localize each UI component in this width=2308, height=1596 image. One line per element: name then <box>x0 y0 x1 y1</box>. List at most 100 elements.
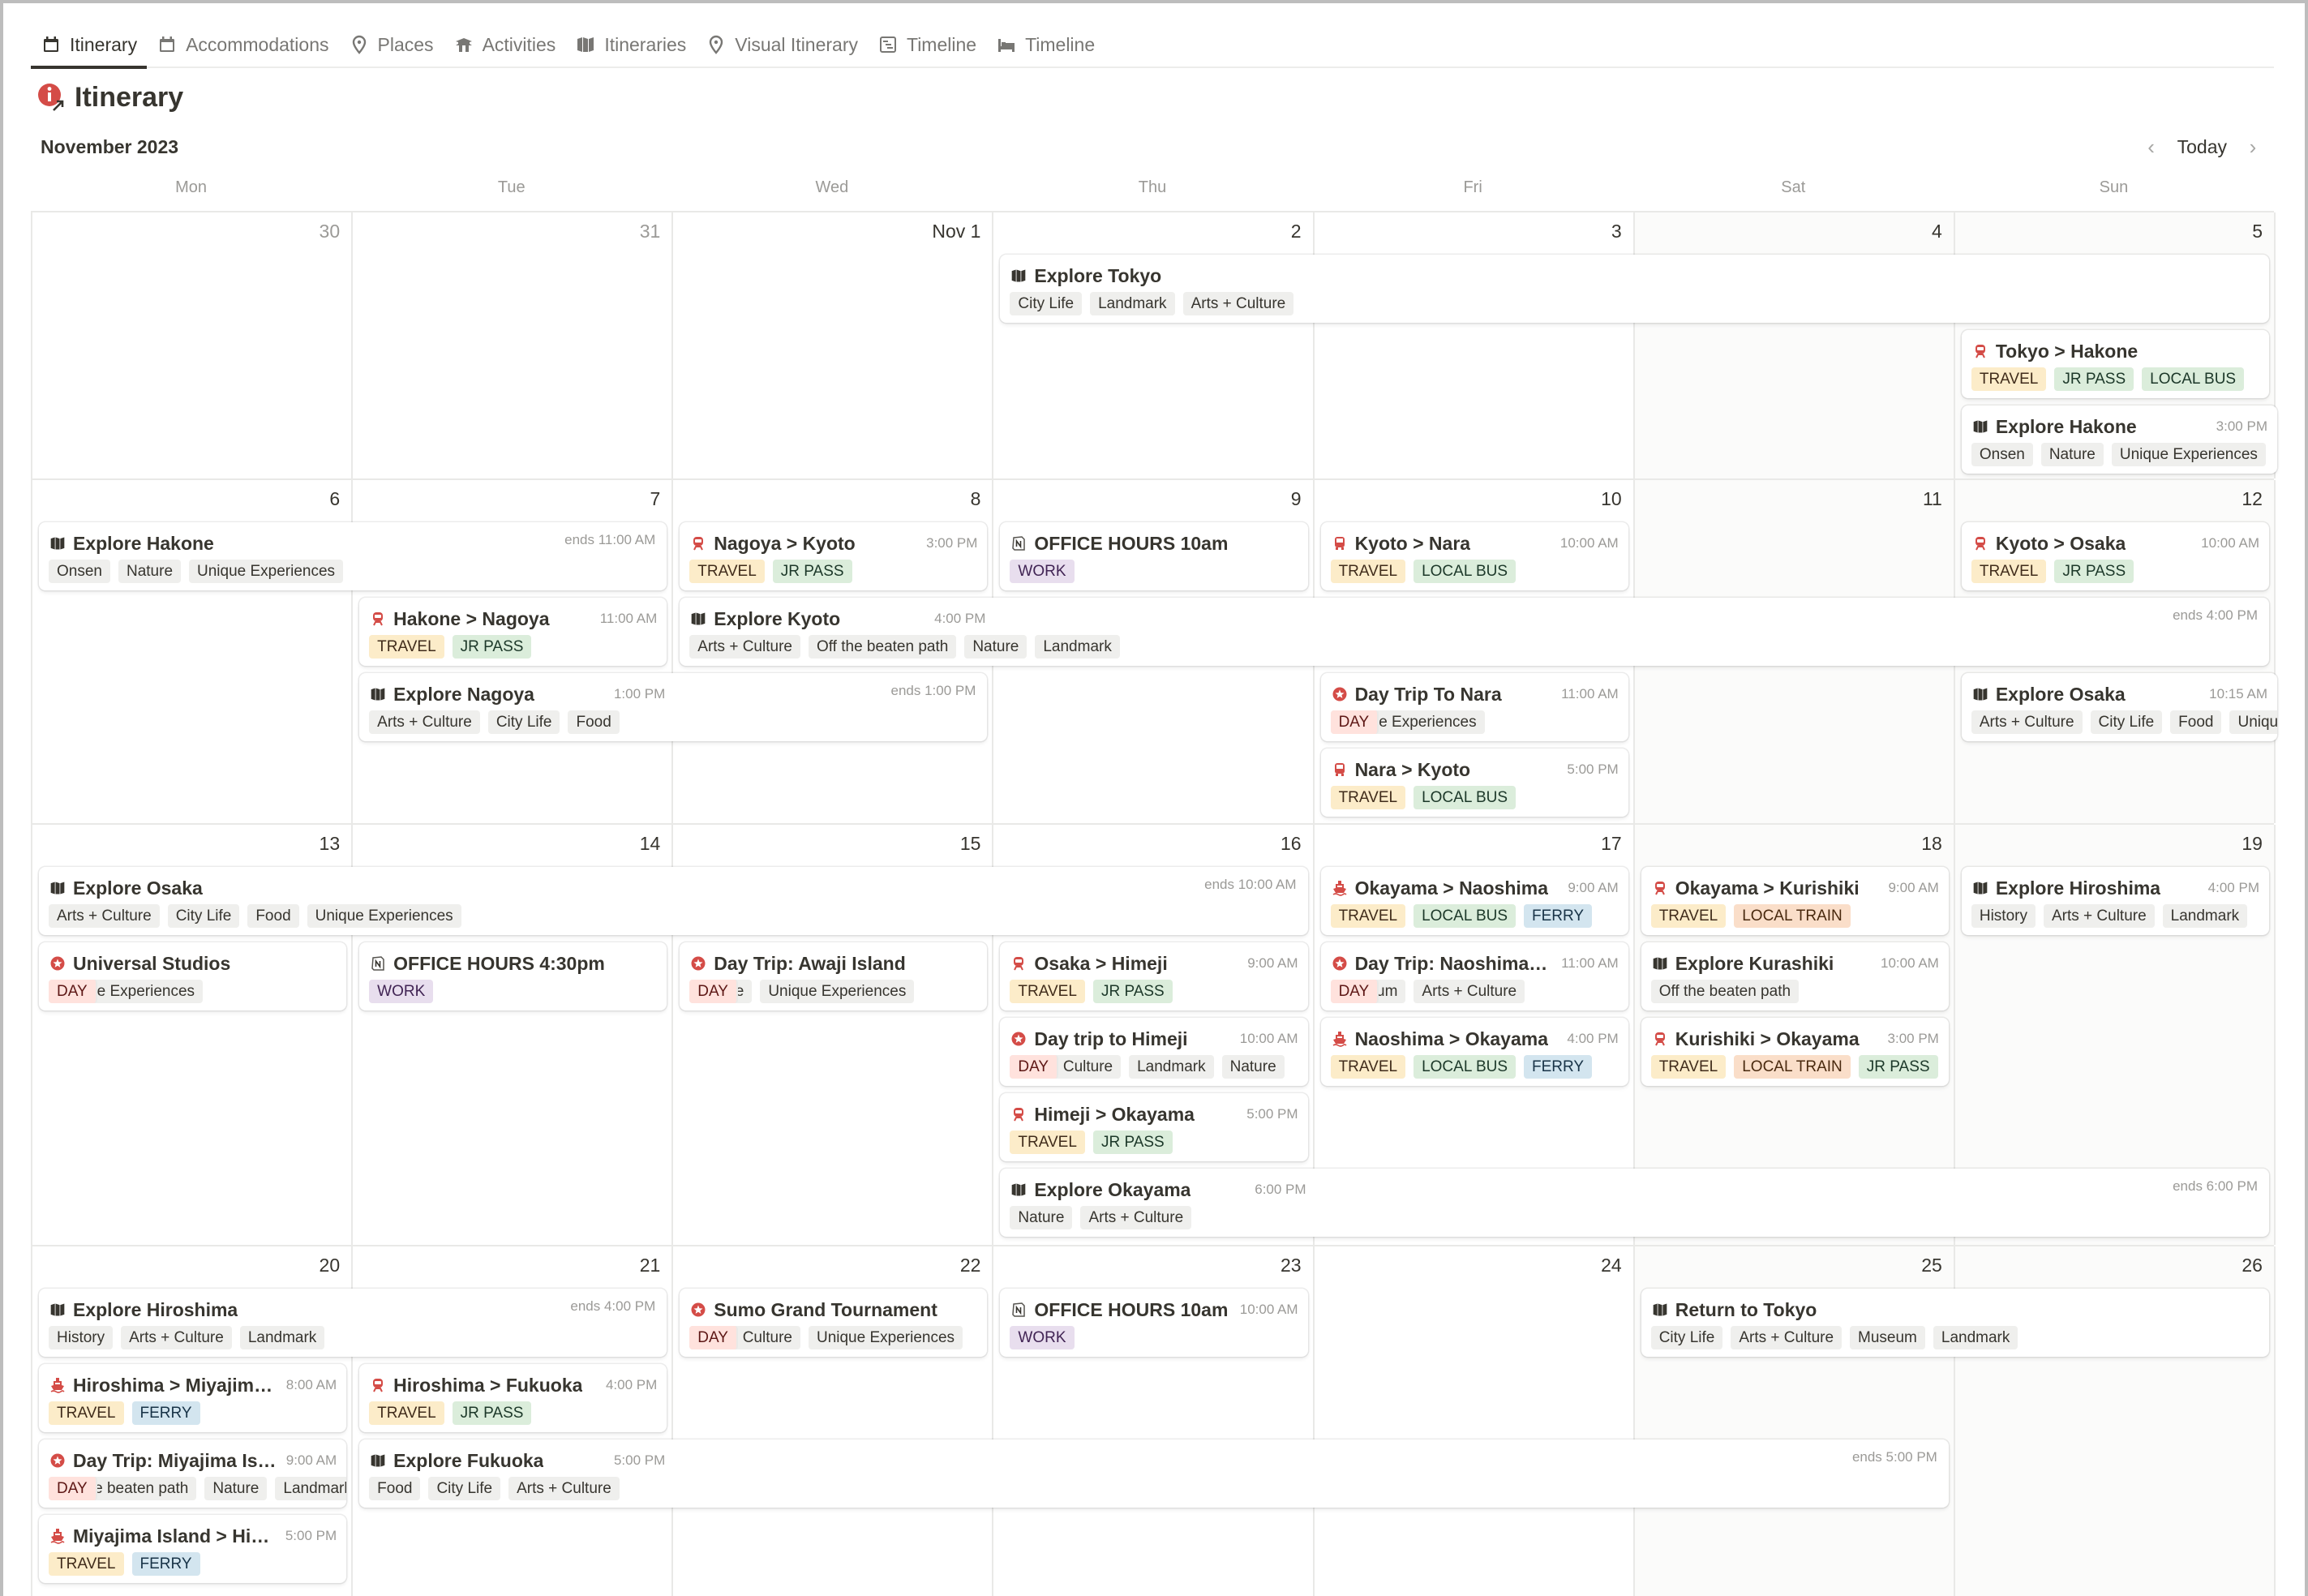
event-card[interactable]: Kurishiki > Okayama 3:00 PM TRAVEL LOCAL TR… <box>1641 1018 1949 1086</box>
event-time: 11:00 AM <box>1561 955 1619 971</box>
event-card[interactable]: Kyoto > Nara 10:00 AM TRAVEL LOCAL BUS <box>1320 522 1628 590</box>
tag: TRAVEL <box>369 1401 444 1425</box>
tag: DAY <box>49 1477 97 1500</box>
event-header: Explore Kyoto 4:00 PM <box>689 607 985 631</box>
tab-visual-itinerary[interactable]: Visual Itinerary <box>696 22 868 67</box>
ferry-icon <box>1331 879 1349 897</box>
tag: JR PASS <box>2054 560 2134 583</box>
event-card[interactable]: Day Trip To Nara 11:00 AM DAY Unique Experi… <box>1320 673 1628 741</box>
event-card[interactable]: Okayama > Kurishiki 9:00 AM TRAVEL LOCAL TR… <box>1641 867 1949 935</box>
event-card[interactable]: Explore Osaka ends 10:00 AM Arts + Culture… <box>39 867 1308 935</box>
event-card[interactable]: Return to Tokyo City Life Arts + Culture Mu… <box>1641 1289 2269 1357</box>
event-tags: Off the beaten path <box>1650 980 1800 1003</box>
event-card[interactable]: Nara > Kyoto 5:00 PM TRAVEL LOCAL BUS <box>1320 749 1628 817</box>
tag: Nature <box>964 635 1027 659</box>
day-number: 22 <box>959 1255 981 1276</box>
calendar-nav: ‹ Today › <box>2142 135 2263 160</box>
event-card[interactable]: Explore Kyoto 4:00 PM ends 4:00 PM Arts + C… <box>680 598 2269 666</box>
event-card[interactable]: OFFICE HOURS 10am WORK <box>1000 522 1308 590</box>
event-header: Day Trip: Miyajima Isl... 9:00 AM <box>49 1448 337 1473</box>
tag: Landmark <box>1035 635 1120 659</box>
tab-activities[interactable]: Activities <box>444 22 566 67</box>
event-time: 10:00 AM <box>2201 535 2259 551</box>
event-tags: Arts + Culture City Life Food Unique Experi… <box>1971 710 2277 734</box>
event-time: 11:00 AM <box>599 611 658 626</box>
event-card[interactable]: Day Trip: Awaji Island DAYNatureUnique Ex… <box>680 942 988 1010</box>
day-cell[interactable]: Nov 1 <box>673 212 994 478</box>
tag: TRAVEL <box>49 1401 124 1425</box>
event-card[interactable]: Explore Hiroshima 4:00 PM History Arts + Cu… <box>1961 867 2269 935</box>
event-tags: TRAVEL LOCAL BUS <box>1330 560 1517 583</box>
event-card[interactable]: Himeji > Okayama 5:00 PM TRAVEL JR PASS <box>1000 1093 1308 1161</box>
event-card[interactable]: Explore Hakone ends 11:00 AM Onsen Nature Un… <box>39 522 667 590</box>
event-card[interactable]: Day Trip: Naoshima I... 11:00 AM DAYMuseum… <box>1320 942 1628 1010</box>
day-cell[interactable]: 3 <box>1315 212 1635 478</box>
calendar-icon <box>41 34 62 55</box>
event-title: Okayama > Naoshima <box>1354 877 1548 899</box>
day-number: 12 <box>2242 488 2263 509</box>
day-number: 20 <box>319 1255 341 1276</box>
event-card[interactable]: Sumo Grand Tournament DAY Arts + Culture Un… <box>680 1289 988 1357</box>
event-tags: TRAVEL LOCAL BUS FERRY <box>1330 1055 1593 1079</box>
event-card[interactable]: Explore Hakone 3:00 PM Onsen Nature Unique E… <box>1961 405 2277 474</box>
event-card[interactable]: Tokyo > Hakone TRAVEL JR PASS LOCAL BUS <box>1961 330 2269 398</box>
week-row: 6 7 8 9 10 11 12 Explore Hakone ends 11:00 AM Ons… <box>32 480 2277 825</box>
tab-timeline-2[interactable]: Timeline <box>986 22 1105 67</box>
today-button[interactable]: Today <box>2177 136 2227 158</box>
day-number: 30 <box>319 221 341 242</box>
chevron-left-icon[interactable]: ‹ <box>2142 135 2161 160</box>
day-cell[interactable]: 24 <box>1315 1246 1635 1596</box>
event-card[interactable]: Explore Osaka 10:15 AM Arts + Culture City … <box>1961 673 2277 741</box>
event-card[interactable]: Day trip to Himeji 10:00 AM DAY Arts + Cult… <box>1000 1018 1308 1086</box>
tab-itineraries[interactable]: Itineraries <box>565 22 696 67</box>
day-number: 25 <box>1921 1255 1942 1276</box>
event-card[interactable]: OFFICE HOURS 10am 10:00 AM WORK <box>1000 1289 1308 1357</box>
event-card[interactable]: Okayama > Naoshima 9:00 AM TRAVEL LOCAL BUS… <box>1320 867 1628 935</box>
chevron-right-icon[interactable]: › <box>2243 135 2263 160</box>
event-card[interactable]: Universal Studios DAY Unique Experiences <box>39 942 347 1010</box>
tab-places[interactable]: Places <box>339 22 444 67</box>
event-card[interactable]: Kyoto > Osaka 10:00 AM TRAVEL JR PASS <box>1961 522 2269 590</box>
day-cell[interactable]: 2 <box>993 212 1315 478</box>
event-card[interactable]: Miyajima Island > Hiro... 5:00 PM TRAVEL FE… <box>39 1515 347 1583</box>
tag: Arts + Culture <box>2043 904 2155 928</box>
event-card[interactable]: Nagoya > Kyoto 3:00 PM TRAVEL JR PASS <box>680 522 988 590</box>
tab-timeline[interactable]: Timeline <box>868 22 986 67</box>
event-ends: ends 10:00 AM <box>1204 877 1297 892</box>
event-card[interactable]: Hakone > Nagoya 11:00 AM TRAVEL JR PASS <box>359 598 667 666</box>
event-card[interactable]: Explore Tokyo City Life Landmark Arts + Cul… <box>1000 255 2269 323</box>
event-title: Naoshima > Okayama <box>1354 1028 1548 1049</box>
event-card[interactable]: Hiroshima > Miyajima... 8:00 AM TRAVEL FERR… <box>39 1364 347 1432</box>
event-card[interactable]: Naoshima > Okayama 4:00 PM TRAVEL LOCAL BUS… <box>1320 1018 1628 1086</box>
event-header: Sumo Grand Tournament <box>689 1298 977 1322</box>
event-card[interactable]: Explore Nagoya 1:00 PM ends 1:00 PM Arts + … <box>359 673 988 741</box>
event-card[interactable]: Explore Kurashiki 10:00 AM Off the beaten … <box>1641 942 1949 1010</box>
tag: Food <box>568 710 620 734</box>
tag: JR PASS <box>452 1401 532 1425</box>
day-cell[interactable]: 4 <box>1634 212 1955 478</box>
event-card[interactable]: Hiroshima > Fukuoka 4:00 PM TRAVEL JR PASS <box>359 1364 667 1432</box>
event-header: Himeji > Okayama 5:00 PM <box>1010 1102 1298 1126</box>
event-card[interactable]: Day Trip: Miyajima Isl... 9:00 AM DAY Off t… <box>39 1439 347 1508</box>
event-title: Explore Osaka <box>1995 683 2126 705</box>
event-card[interactable]: Explore Fukuoka 5:00 PM ends 5:00 PM Food Ci… <box>359 1439 1949 1508</box>
event-card[interactable]: Osaka > Himeji 9:00 AM TRAVEL JR PASS <box>1000 942 1308 1010</box>
tab-accommodations[interactable]: Accommodations <box>147 22 338 67</box>
map-icon <box>49 534 66 552</box>
day-cell[interactable]: 31 <box>353 212 674 478</box>
tag: LOCAL TRAIN <box>1734 904 1851 928</box>
event-title: Explore Hakone <box>73 532 214 554</box>
tag: Arts + Culture <box>1182 292 1294 315</box>
pagoda-icon <box>453 34 474 55</box>
event-card[interactable]: Explore Hiroshima ends 4:00 PM History Arts… <box>39 1289 667 1357</box>
tag: Arts + Culture <box>121 1326 232 1349</box>
notion-icon <box>369 955 387 972</box>
event-tags: City Life Arts + Culture Museum Landmark <box>1650 1326 2018 1349</box>
event-card[interactable]: OFFICE HOURS 4:30pm WORK <box>359 942 667 1010</box>
event-card[interactable]: Explore Okayama 6:00 PM ends 6:00 PM Nature… <box>1000 1169 2269 1237</box>
event-title: Osaka > Himeji <box>1034 952 1168 974</box>
train-icon <box>689 534 707 552</box>
event-tags: TRAVEL FERRY <box>49 1552 200 1576</box>
day-cell[interactable]: 30 <box>32 212 354 478</box>
tab-itinerary[interactable]: Itinerary <box>31 22 148 69</box>
